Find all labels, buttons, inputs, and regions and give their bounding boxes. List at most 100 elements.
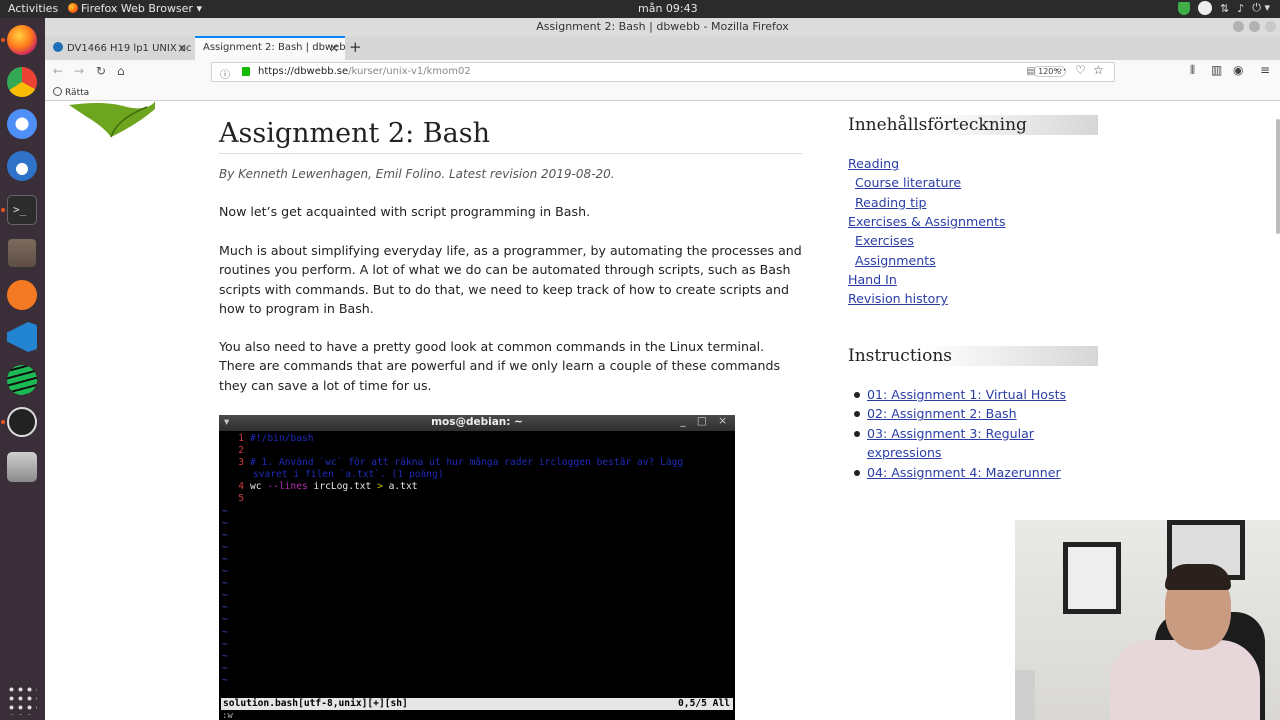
vim-status-position: 0,5/5 All [678, 698, 730, 709]
app-menu[interactable]: Firefox Web Browser ▾ [68, 2, 202, 15]
running-indicator [1, 208, 5, 212]
tab-course[interactable]: DV1466 H19 lp1 UNIX oc × [45, 36, 193, 60]
maximize-button[interactable] [1249, 21, 1260, 32]
vim-empty-line-tilde: ~ [222, 505, 228, 517]
bookmark-ratta[interactable]: Rätta [53, 87, 89, 98]
info-icon[interactable]: ⓘ [220, 66, 230, 81]
vim-empty-line-tilde: ~ [222, 626, 228, 638]
dock: >_ [0, 18, 45, 720]
obs-icon[interactable] [1198, 1, 1213, 15]
vim-line-number: 1 [238, 433, 244, 444]
vim-empty-line-tilde: ~ [222, 674, 228, 686]
url-path: /kurser/unix-v1/kmom02 [348, 66, 471, 77]
minimize-button[interactable] [1233, 21, 1244, 32]
page-scrollbar[interactable] [1276, 119, 1280, 234]
window-titlebar[interactable]: Assignment 2: Bash | dbwebb - Mozilla Fi… [45, 18, 1280, 36]
instruction-link[interactable]: 02: Assignment 2: Bash [867, 406, 1017, 421]
show-applications-icon[interactable] [7, 685, 37, 715]
vim-line: 5 [222, 493, 735, 505]
gnome-top-bar: Activities Firefox Web Browser ▾ mån 09:… [0, 0, 1280, 18]
toc-link[interactable]: Exercises [855, 233, 914, 248]
instruction-link[interactable]: 01: Assignment 1: Virtual Hosts [867, 387, 1066, 402]
vim-empty-line-tilde: ~ [222, 638, 228, 650]
library-icon[interactable]: ⫴ [1190, 63, 1195, 78]
spotify-icon[interactable] [7, 365, 37, 395]
reload-icon[interactable]: ↻ [96, 64, 106, 78]
lock-icon[interactable] [242, 67, 250, 76]
vim-line: 4 wc --lines ircLog.txt > a.txt [222, 481, 735, 493]
firefox-icon[interactable] [7, 25, 37, 55]
back-arrow-icon[interactable]: ← [53, 64, 63, 78]
toc-link[interactable]: Reading [848, 156, 899, 171]
vpn-shield-icon[interactable] [1178, 1, 1191, 15]
activities-button[interactable]: Activities [8, 2, 58, 15]
instruction-link[interactable]: 04: Assignment 4: Mazerunner [867, 465, 1061, 480]
vim-line: 1 #!/bin/bash [222, 433, 735, 445]
files-icon[interactable] [7, 238, 37, 268]
thunderbird-icon[interactable] [7, 151, 37, 181]
sidebar-toggle-icon[interactable]: ▥ [1211, 63, 1222, 77]
toc-link[interactable]: Revision history [848, 291, 948, 306]
close-window-button[interactable] [1265, 21, 1276, 32]
tab-assignment-active[interactable]: Assignment 2: Bash | dbweb × [195, 36, 345, 60]
app-menu-label: Firefox Web Browser ▾ [81, 2, 202, 15]
new-tab-button[interactable]: + [349, 38, 362, 56]
vim-line-number: 5 [238, 493, 244, 505]
tab-close-icon[interactable]: × [329, 41, 339, 55]
clock[interactable]: mån 09:43 [638, 2, 698, 15]
vim-status-line: solution.bash[utf-8,unix][+][sh] 0,5/5 A… [221, 698, 733, 710]
system-tray[interactable]: ⇅ ♪ ⏻ ▾ [1178, 1, 1270, 15]
vim-comment: # 1. Använd `wc` för att räkna ut hur må… [250, 457, 684, 469]
bookmark-label: Rätta [65, 88, 90, 98]
vim-buffer: 1 #!/bin/bash 2 3 # 1. Använd `wc` för att r… [219, 431, 735, 687]
hamburger-menu-icon[interactable]: ≡ [1260, 63, 1270, 77]
vim-line: svaret i filen `a.txt`. (1 poäng) [222, 469, 735, 481]
instructions-heading: Instructions [848, 346, 1098, 366]
toc-link[interactable]: Hand In [848, 272, 897, 287]
vscode-icon[interactable] [7, 322, 37, 352]
leaf-logo-icon[interactable] [67, 101, 155, 139]
bookmarks-toolbar: Rätta [45, 84, 1280, 101]
account-icon[interactable]: ◉ [1233, 63, 1243, 77]
chromium-icon[interactable] [7, 109, 37, 139]
instruction-link[interactable]: 03: Assignment 3: Regular expressions [867, 426, 1034, 460]
camera-icon[interactable] [7, 452, 37, 482]
page-title: Assignment 2: Bash [219, 118, 802, 154]
home-icon[interactable]: ⌂ [117, 64, 125, 78]
body-paragraph: Much is about simplifying everyday life,… [219, 243, 802, 316]
url-bar[interactable]: ⓘ https://dbwebb.se/kurser/unix-v1/kmom0… [211, 62, 1115, 82]
power-icon[interactable]: ⏻ ▾ [1252, 1, 1270, 15]
tab-label: DV1466 H19 lp1 UNIX oc [67, 43, 192, 54]
sublime-icon[interactable] [7, 280, 37, 310]
volume-icon[interactable]: ♪ [1237, 2, 1244, 15]
favicon-icon [53, 42, 63, 52]
vim-comment: #!/bin/bash [250, 433, 314, 444]
page-actions-icon[interactable]: ··· [1055, 63, 1066, 77]
vim-empty-line-tilde: ~ [222, 662, 228, 674]
intro-paragraph: Now let’s get acquainted with script pro… [219, 204, 591, 219]
forward-arrow-icon[interactable]: → [74, 64, 84, 78]
navigation-toolbar: ← → ↻ ⌂ ⓘ https://dbwebb.se/kurser/unix-… [45, 60, 1280, 84]
toc-heading: Innehållsförteckning [848, 115, 1098, 135]
toc-link[interactable]: Assignments [855, 253, 936, 268]
vim-empty-line-tilde: ~ [222, 590, 228, 602]
toc-link[interactable]: Course literature [855, 175, 961, 190]
instruction-item: 03: Assignment 3: Regular expressions [848, 424, 1098, 463]
toc-link[interactable]: Exercises & Assignments [848, 214, 1006, 229]
vim-empty-line-tilde: ~ [222, 553, 228, 565]
presenter-hair [1165, 564, 1231, 590]
bookmark-star-icon[interactable]: ☆ [1093, 63, 1104, 77]
obs-studio-icon[interactable] [7, 407, 37, 437]
vim-code-token: wc [250, 481, 268, 493]
instructions-list: 01: Assignment 1: Virtual Hosts 02: Assig… [848, 385, 1098, 482]
network-icon[interactable]: ⇅ [1220, 2, 1229, 15]
toc-link[interactable]: Reading tip [855, 195, 927, 210]
vim-line-number: 3 [238, 457, 244, 469]
pocket-icon[interactable]: ♡ [1075, 63, 1086, 77]
running-indicator [1, 38, 5, 42]
terminal-icon[interactable]: >_ [7, 195, 37, 225]
globe-icon [53, 87, 62, 96]
tab-close-icon[interactable]: × [177, 41, 187, 55]
chrome-icon[interactable] [7, 67, 37, 97]
terminal-window-controls: _ □ × [680, 415, 731, 427]
